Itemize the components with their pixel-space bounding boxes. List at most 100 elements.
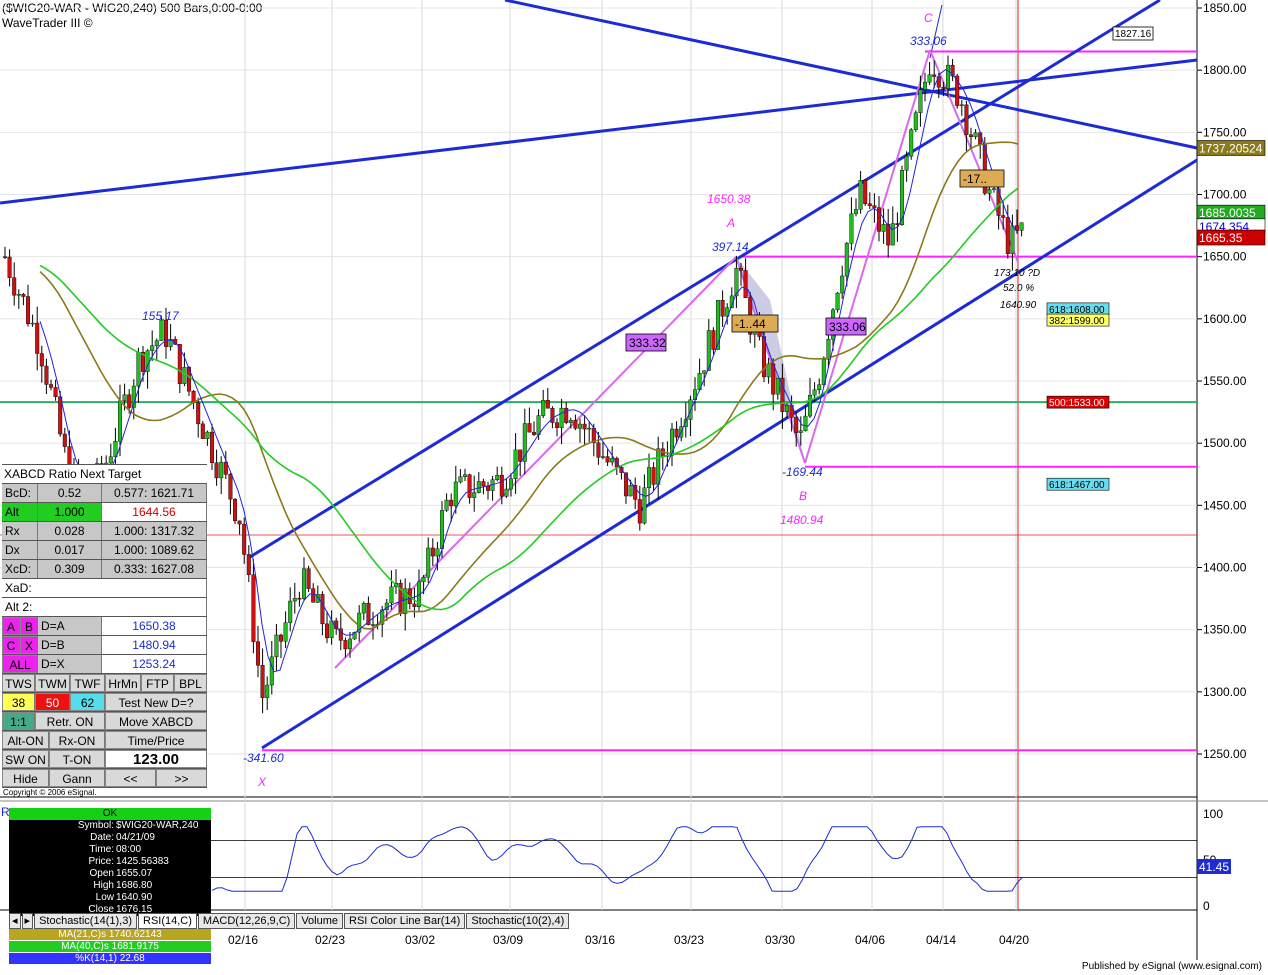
candle-body [605, 456, 610, 463]
candle-body [16, 294, 21, 296]
candle-body [237, 520, 242, 525]
d-point-a-button[interactable]: A [2, 617, 20, 635]
fib-62-button[interactable]: 62 [70, 693, 105, 711]
candle-body [568, 420, 573, 423]
candle-body [205, 431, 210, 440]
candle-body [1005, 217, 1010, 254]
d-all-button[interactable]: ALL [2, 655, 38, 673]
published-by: Published by eSignal (www.esignal.com) [1081, 961, 1262, 972]
twm-button[interactable]: TWM [35, 674, 70, 692]
data-window-ok[interactable]: OK [9, 808, 211, 820]
candle-body [817, 384, 822, 391]
candle-body [251, 574, 256, 642]
tab-scroll-left[interactable]: ◂ [9, 913, 21, 929]
candle-body [918, 89, 923, 113]
d-value: 1480.94 [102, 636, 207, 654]
candle-body [150, 345, 155, 351]
candle-body [154, 340, 159, 346]
candle-body [371, 624, 376, 626]
xabcd-row-ratio: 0.52 [38, 484, 102, 502]
data-window-key: Date: [90, 832, 114, 843]
rx-on-button[interactable]: Rx-ON [49, 731, 105, 749]
candle-body [214, 462, 219, 479]
tws-button[interactable]: TWS [2, 674, 35, 692]
x-tick-label: 04/14 [926, 933, 956, 947]
test-new-d-button[interactable]: Test New D=? [105, 693, 207, 711]
candle-body [941, 87, 946, 89]
price-tag-text: 1685.0035 [1199, 206, 1256, 220]
candle-body [232, 498, 237, 522]
d-point-row: A B D=A 1650.38 [2, 617, 207, 636]
candle-body [108, 456, 113, 464]
candle-body [219, 461, 224, 479]
price-tag-text: 1737.20524 [1199, 141, 1263, 155]
candle-body [39, 353, 44, 367]
data-window-key: Open [89, 868, 114, 879]
xabcd-row: Dx 0.017 1.000: 1089.62 [2, 541, 207, 560]
candle-body [279, 634, 284, 642]
candle-body [702, 370, 707, 374]
x-tick-label: 03/30 [765, 933, 795, 947]
candle-body [348, 638, 353, 650]
candle-body [30, 322, 35, 325]
time-price-value[interactable]: 123.00 [105, 750, 207, 768]
tab-study-3[interactable]: Volume [296, 913, 344, 929]
time-price-button[interactable]: Time/Price [105, 731, 207, 749]
candle-body [1019, 222, 1024, 231]
next-button[interactable]: >> [156, 769, 207, 787]
t-on-button[interactable]: T-ON [49, 750, 105, 768]
xabcd-row-target: 0.333: 1627.08 [102, 560, 207, 578]
tab-study-4[interactable]: RSI Color Line Bar(14) [344, 913, 466, 929]
y-tick-label: 1300.00 [1203, 685, 1247, 699]
fib-50-button[interactable]: 50 [35, 693, 70, 711]
xabcd-row: Rx 0.028 1.000: 1317.32 [2, 522, 207, 541]
d-point-x-button[interactable]: X [20, 636, 38, 654]
pattern-ratio-text: 333.32 [629, 336, 666, 350]
alt-on-button[interactable]: Alt-ON [2, 731, 49, 749]
tab-study-2[interactable]: MACD(12,26,9,C) [197, 913, 296, 929]
tab-study-0[interactable]: Stochastic(14(1),3) [34, 913, 137, 929]
ftp-button[interactable]: FTP [141, 674, 174, 692]
candle-body [412, 603, 417, 608]
candle-body [835, 292, 840, 311]
y-tick-label: 1350.00 [1203, 623, 1247, 637]
move-xabcd-button[interactable]: Move XABCD [105, 712, 207, 730]
tab-scroll-right[interactable]: ▸ [21, 913, 34, 929]
d-point-row: ALL D=X 1253.24 [2, 655, 207, 674]
trend-line [504, 0, 1198, 150]
label-a-price: 1650.38 [707, 192, 751, 206]
candle-body [122, 394, 127, 402]
candle-body [541, 400, 546, 416]
d-point-c-button[interactable]: C [2, 636, 20, 654]
hrmn-button[interactable]: HrMn [105, 674, 141, 692]
bpl-button[interactable]: BPL [174, 674, 207, 692]
candle-body [269, 656, 274, 686]
retr-on-button[interactable]: Retr. ON [35, 712, 105, 730]
candle-body [453, 481, 458, 507]
candle-body [467, 474, 472, 498]
d-point-b-button[interactable]: B [20, 617, 38, 635]
tab-study-1[interactable]: RSI(14,C) [138, 913, 197, 929]
tab-study-5[interactable]: Stochastic(10(2),4) [466, 913, 570, 929]
twf-button[interactable]: TWF [70, 674, 105, 692]
data-window-value: 08:00 [116, 844, 142, 855]
candle-body [12, 277, 17, 296]
label-b-value: -169.44 [782, 465, 823, 479]
hide-button[interactable]: Hide [2, 769, 49, 787]
sw-on-button[interactable]: SW ON [2, 750, 49, 768]
gann-button[interactable]: Gann [49, 769, 105, 787]
candle-body [343, 640, 348, 650]
ratio-1-1-button[interactable]: 1:1 [2, 712, 35, 730]
xad-label: XaD: [2, 579, 207, 597]
fib-38-button[interactable]: 38 [2, 693, 35, 711]
candle-body [292, 597, 297, 602]
data-window-row: Open 1655.07 [9, 868, 211, 880]
candle-body [163, 319, 168, 347]
candle-body [946, 64, 951, 89]
xabcd-row: XcD: 0.309 0.333: 1627.08 [2, 560, 207, 579]
prev-button[interactable]: << [105, 769, 156, 787]
price-tag-text: 1665.35 [1199, 231, 1243, 245]
candle-body [587, 427, 592, 430]
candle-body [803, 415, 808, 432]
candle-body [53, 387, 58, 397]
